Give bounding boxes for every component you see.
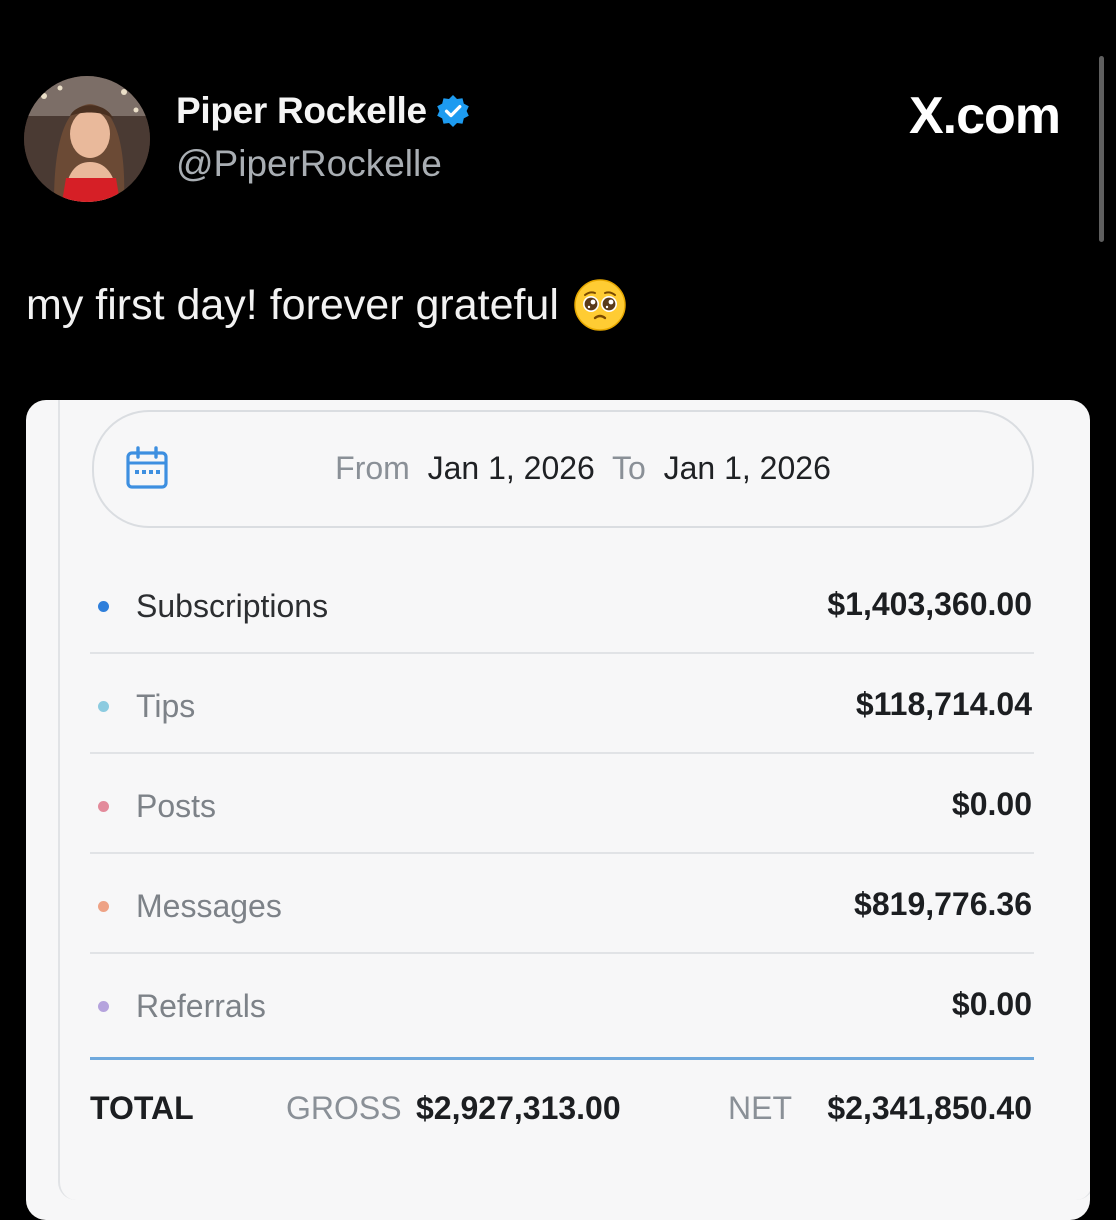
- profile-avatar[interactable]: [24, 76, 150, 202]
- gross-value: $2,927,313.00: [416, 1090, 621, 1126]
- total-row: TOTAL GROSS $2,927,313.00 NET $2,341,850…: [90, 1090, 1034, 1140]
- to-date: Jan 1, 2026: [663, 450, 831, 486]
- row-amount: $1,403,360.00: [827, 586, 1032, 622]
- referrals-dot-icon: [98, 1001, 109, 1012]
- post-text-container: my first day! forever grateful: [26, 278, 627, 332]
- posts-dot-icon: [98, 801, 109, 812]
- row-label: Tips: [136, 688, 196, 724]
- date-range-picker[interactable]: From Jan 1, 2026 To Jan 1, 2026: [92, 410, 1034, 528]
- row-label: Messages: [136, 888, 282, 924]
- row-label: Posts: [136, 788, 217, 824]
- verified-badge-icon: [435, 93, 471, 129]
- subscriptions-dot-icon: [98, 601, 109, 612]
- row-amount: $819,776.36: [854, 886, 1032, 922]
- total-divider: [90, 1057, 1034, 1060]
- user-handle[interactable]: @PiperRockelle: [176, 143, 442, 185]
- earnings-row-subscriptions[interactable]: Subscriptions $1,403,360.00: [90, 554, 1034, 654]
- total-label: TOTAL: [90, 1090, 194, 1126]
- gross-label: GROSS: [286, 1090, 402, 1126]
- earnings-row-messages[interactable]: Messages $819,776.36: [90, 854, 1034, 954]
- row-amount: $0.00: [951, 986, 1032, 1022]
- earnings-row-tips[interactable]: Tips $118,714.04: [90, 654, 1034, 754]
- scrollbar-thumb[interactable]: [1099, 56, 1104, 242]
- post-header: Piper Rockelle @PiperRockelle X.com: [0, 0, 1116, 242]
- avatar-photo: [24, 76, 150, 202]
- date-range-text: From Jan 1, 2026 To Jan 1, 2026: [94, 450, 1032, 487]
- net-label: NET: [728, 1090, 792, 1126]
- net-value: $2,341,850.40: [827, 1090, 1032, 1126]
- row-label: Subscriptions: [136, 588, 329, 624]
- to-label: To: [612, 450, 646, 486]
- earnings-row-referrals[interactable]: Referrals $0.00: [90, 954, 1034, 1054]
- post-text: my first day! forever grateful: [26, 280, 559, 329]
- from-label: From: [335, 450, 410, 486]
- tips-dot-icon: [98, 701, 109, 712]
- display-name[interactable]: Piper Rockelle: [176, 90, 427, 132]
- row-amount: $118,714.04: [855, 686, 1032, 722]
- pleading-face-emoji-icon: [573, 278, 627, 332]
- from-date: Jan 1, 2026: [427, 450, 595, 486]
- earnings-row-posts[interactable]: Posts $0.00: [90, 754, 1034, 854]
- row-amount: $0.00: [951, 786, 1032, 822]
- row-label: Referrals: [136, 988, 266, 1024]
- site-logo: X.com: [908, 87, 1061, 145]
- earnings-card: From Jan 1, 2026 To Jan 1, 2026 Subscrip…: [26, 400, 1090, 1220]
- name-row: Piper Rockelle: [176, 90, 471, 132]
- messages-dot-icon: [98, 901, 109, 912]
- earnings-breakdown-list: Subscriptions $1,403,360.00 Tips $118,71…: [90, 554, 1034, 1054]
